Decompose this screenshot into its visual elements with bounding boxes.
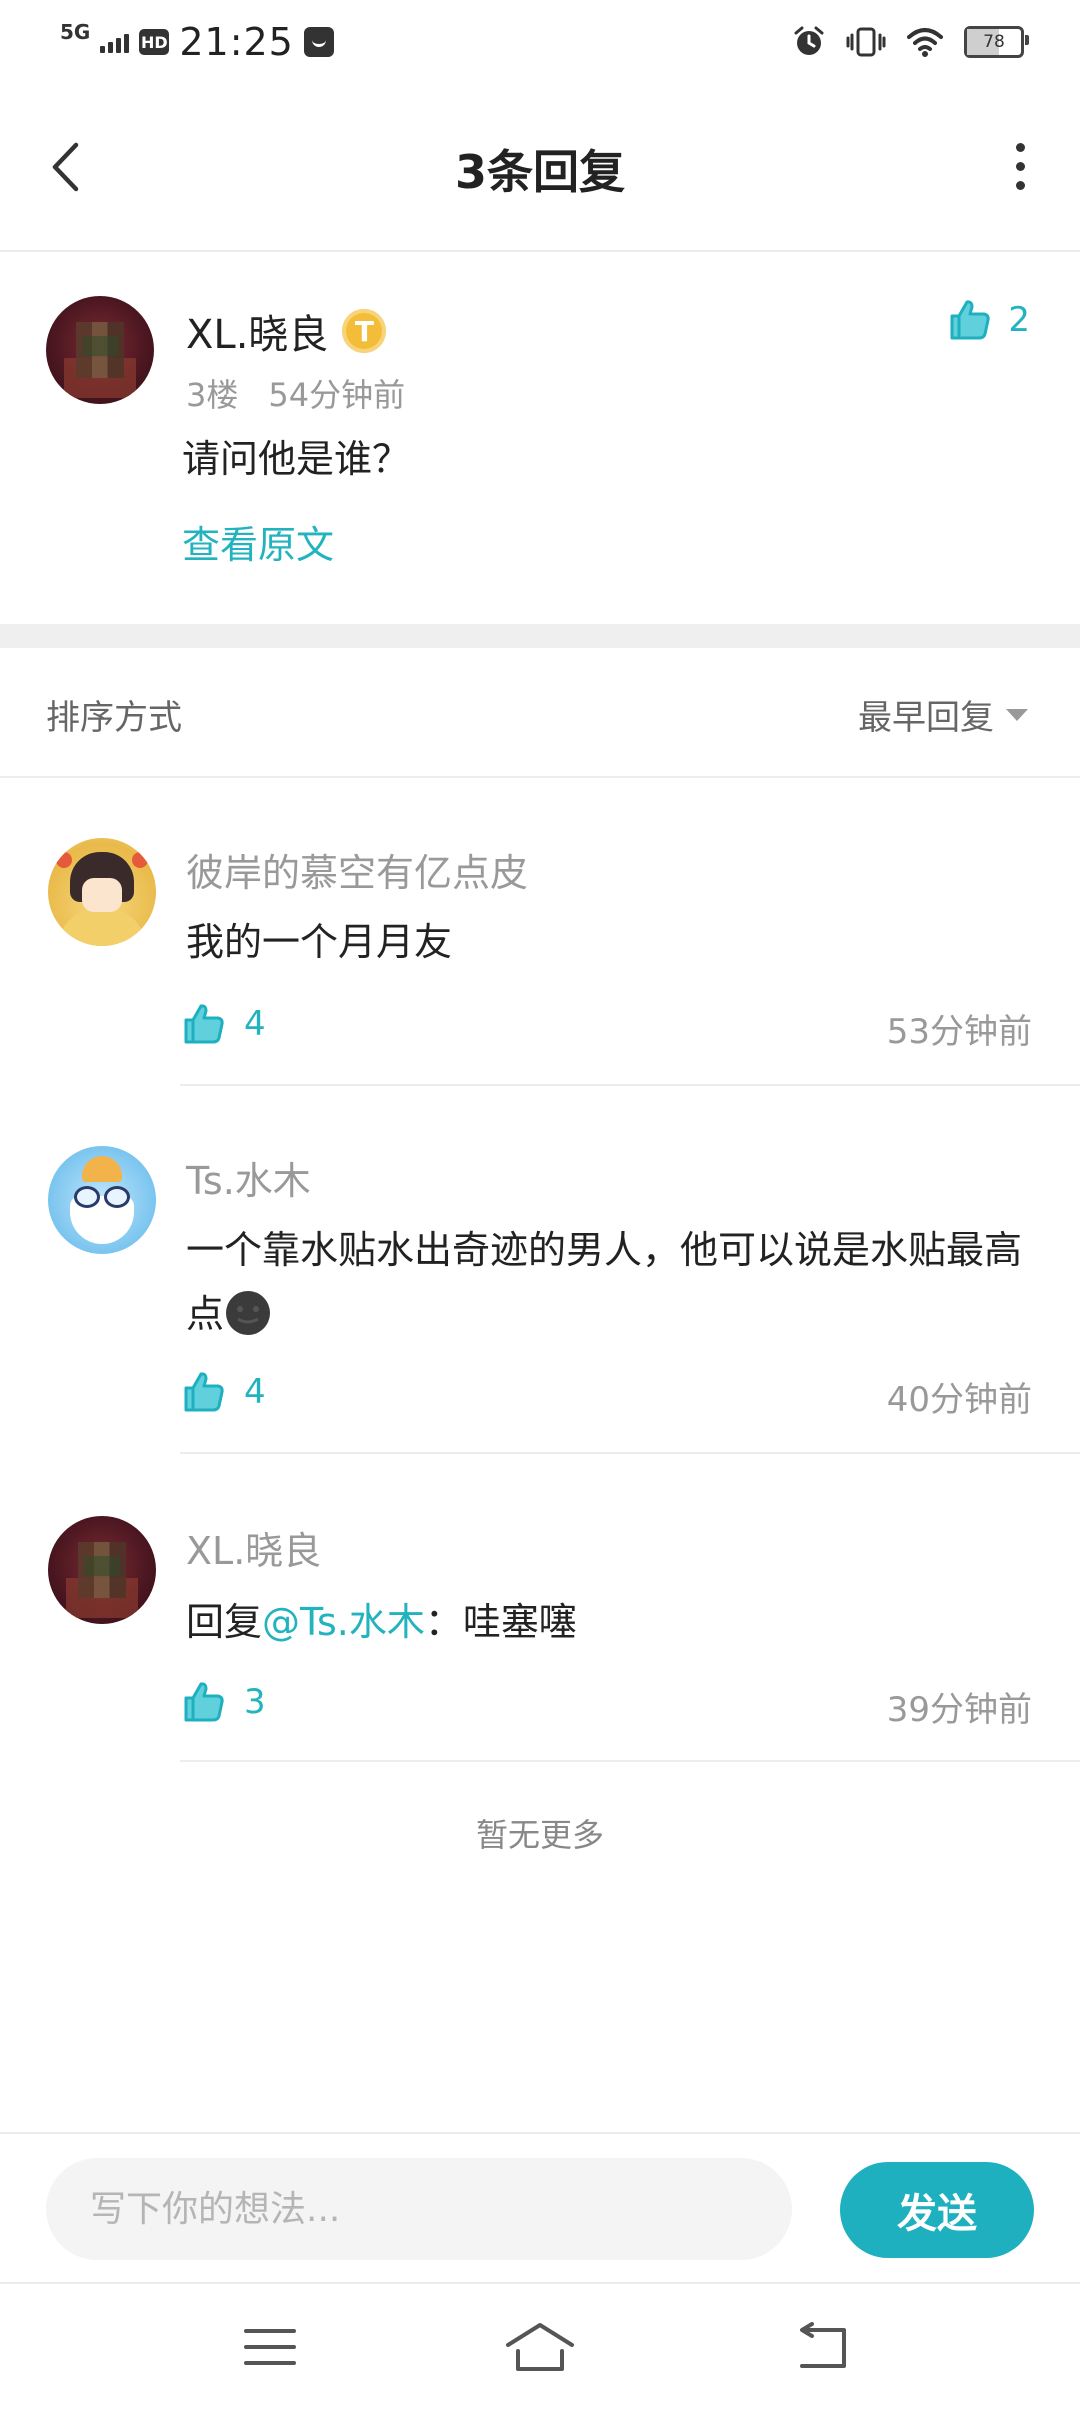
end-of-list-note: 暂无更多 (475, 1816, 604, 1854)
home-icon (506, 2323, 574, 2371)
comment-text: 请问他是谁？ (182, 437, 411, 481)
sort-bar: 排序方式 最早回复 (0, 648, 1080, 778)
comment-input[interactable] (46, 2158, 792, 2260)
like-count: 4 (244, 1004, 266, 1044)
hd-icon: HD (139, 29, 170, 55)
dropdown-triangle-icon (1006, 708, 1028, 721)
vibrate-icon (846, 27, 886, 57)
reply-author[interactable]: XL.晓良 (186, 1520, 321, 1575)
mention-link[interactable]: @Ts.水木 (262, 1600, 425, 1644)
alarm-icon (794, 26, 824, 55)
reply-author[interactable]: Ts.水木 (186, 1150, 311, 1205)
home-button[interactable] (500, 2312, 580, 2382)
network-type: 5G (60, 20, 91, 44)
like-button[interactable]: 2 (948, 298, 1030, 342)
page-title: 3条回复 (454, 145, 625, 199)
reply-time: 40分钟前 (886, 1380, 1032, 1420)
battery-icon: 78 (964, 26, 1029, 58)
sort-selected: 最早回复 (858, 698, 994, 738)
main-comment: XL.晓良 T 2 3楼 54分钟前 请问他是谁？ 查看原文 (0, 252, 1080, 624)
menu-icon (244, 2329, 296, 2365)
reply-time: 39分钟前 (886, 1690, 1032, 1730)
like-button[interactable]: 3 (182, 1680, 266, 1724)
reply-text: 我的一个月月友 (186, 920, 453, 964)
top-nav: 3条回复 (0, 84, 1080, 252)
wifi-icon (907, 28, 943, 57)
reply-item: 彼岸的慕空有亿点皮 我的一个月月友 4 53分钟前 (0, 838, 1080, 1088)
reply-item: XL.晓良 回复@Ts.水木：哇塞噻 3 39分钟前 (0, 1516, 1080, 1766)
comment-meta: 3楼 54分钟前 (186, 370, 405, 416)
status-bar: 5G HD 21:25 78 (0, 0, 1080, 84)
signal-icon (100, 31, 130, 53)
composer-bar: 发送 (0, 2132, 1080, 2284)
like-count: 4 (244, 1372, 266, 1412)
reply-prefix: 回复 (186, 1600, 263, 1644)
reply-time: 53分钟前 (886, 1012, 1032, 1052)
thumbs-up-icon (184, 1372, 224, 1412)
emoji-icon (226, 1291, 271, 1335)
thumbs-up-icon (184, 1682, 224, 1722)
author-name[interactable]: XL.晓良 (186, 302, 328, 360)
like-button[interactable]: 4 (182, 1002, 266, 1046)
section-divider (0, 624, 1080, 648)
level-badge-icon: T (342, 309, 387, 353)
send-button[interactable]: 发送 (840, 2162, 1034, 2258)
notification-icon (303, 27, 334, 57)
status-right: 78 (792, 18, 1029, 66)
thumbs-up-icon (184, 1004, 224, 1044)
timestamp: 54分钟前 (268, 376, 406, 414)
back-icon (800, 2322, 846, 2368)
sort-dropdown[interactable]: 最早回复 (858, 690, 1028, 739)
menu-button[interactable] (230, 2312, 310, 2382)
avatar[interactable] (48, 838, 156, 946)
reply-suffix: ：哇塞噻 (424, 1600, 577, 1644)
reply-author[interactable]: 彼岸的慕空有亿点皮 (186, 842, 528, 897)
thumbs-up-icon (950, 300, 991, 340)
avatar[interactable] (46, 296, 154, 404)
reply-item: Ts.水木 一个靠水贴水出奇迹的男人，他可以说是水贴最高点 4 40分钟前 (0, 1146, 1080, 1456)
avatar[interactable] (48, 1516, 156, 1624)
sort-label: 排序方式 (46, 698, 182, 738)
reply-text: 回复@Ts.水木：哇塞噻 (186, 1590, 1036, 1654)
author-row: XL.晓良 T (186, 302, 387, 360)
like-count: 3 (244, 1682, 266, 1722)
divider (180, 1452, 1080, 1454)
divider (180, 1084, 1080, 1086)
status-left: 5G HD 21:25 (60, 18, 334, 66)
system-nav-bar (0, 2282, 1080, 2410)
divider (180, 1760, 1080, 1762)
like-button[interactable]: 4 (182, 1370, 266, 1414)
reply-text: 一个靠水贴水出奇迹的男人，他可以说是水贴最高点 (186, 1218, 1036, 1346)
avatar[interactable] (48, 1146, 156, 1254)
battery-level: 78 (983, 32, 1005, 52)
reply-text-content: 一个靠水贴水出奇迹的男人，他可以说是水贴最高点 (186, 1228, 1023, 1336)
more-vertical-icon[interactable] (1000, 136, 1040, 196)
clock: 21:25 (179, 20, 294, 64)
back-nav-button[interactable] (782, 2312, 862, 2382)
floor-number: 3楼 (186, 376, 239, 414)
like-count: 2 (1008, 300, 1030, 340)
view-original-link[interactable]: 查看原文 (182, 514, 334, 569)
